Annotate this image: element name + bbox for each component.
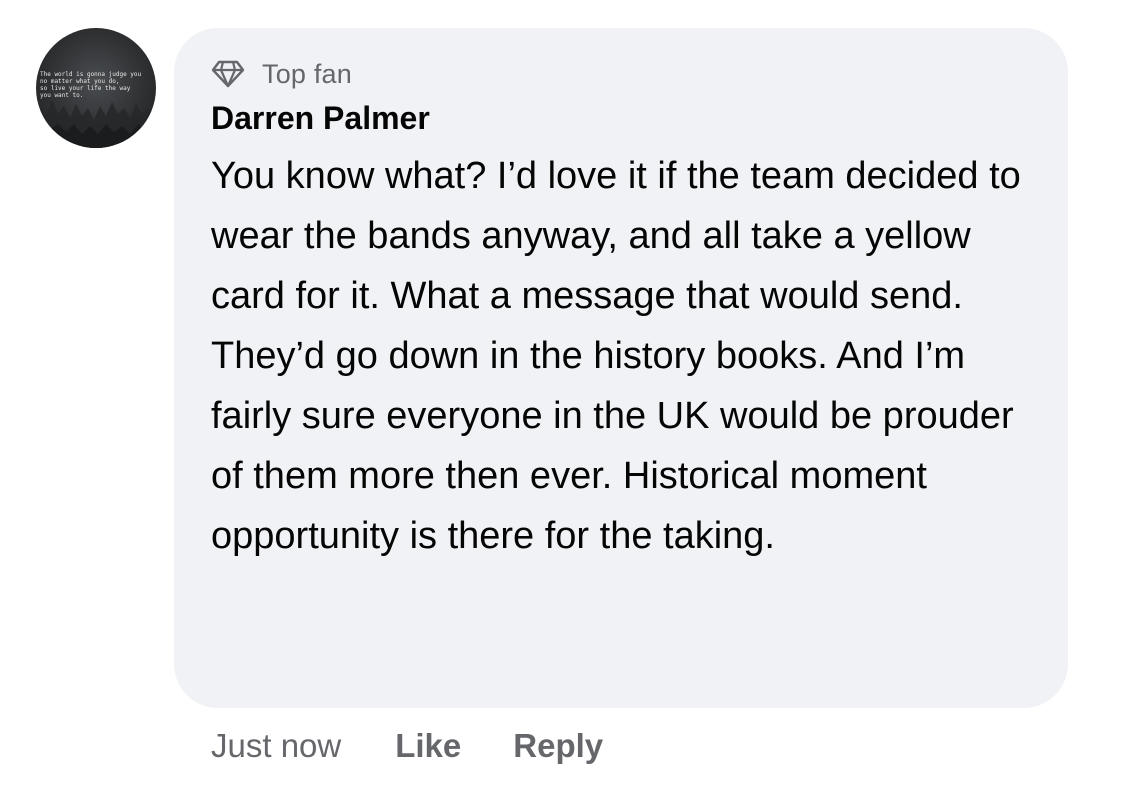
reply-button[interactable]: Reply bbox=[513, 727, 603, 765]
comment-author[interactable]: Darren Palmer bbox=[211, 98, 1032, 138]
avatar-quote-text: The world is gonna judge you no matter w… bbox=[40, 71, 142, 99]
badge-label: Top fan bbox=[262, 58, 352, 89]
top-fan-badge: Top fan bbox=[211, 56, 1032, 92]
avatar[interactable]: The world is gonna judge you no matter w… bbox=[36, 28, 156, 148]
like-button[interactable]: Like bbox=[395, 727, 461, 765]
comment-actions: Just now Like Reply bbox=[211, 722, 603, 770]
diamond-icon bbox=[211, 60, 245, 88]
comment-text: You know what? I’d love it if the team d… bbox=[211, 155, 1021, 557]
comment-bubble: Top fan Darren Palmer You know what? I’d… bbox=[174, 28, 1068, 708]
comment-timestamp[interactable]: Just now bbox=[211, 727, 341, 765]
